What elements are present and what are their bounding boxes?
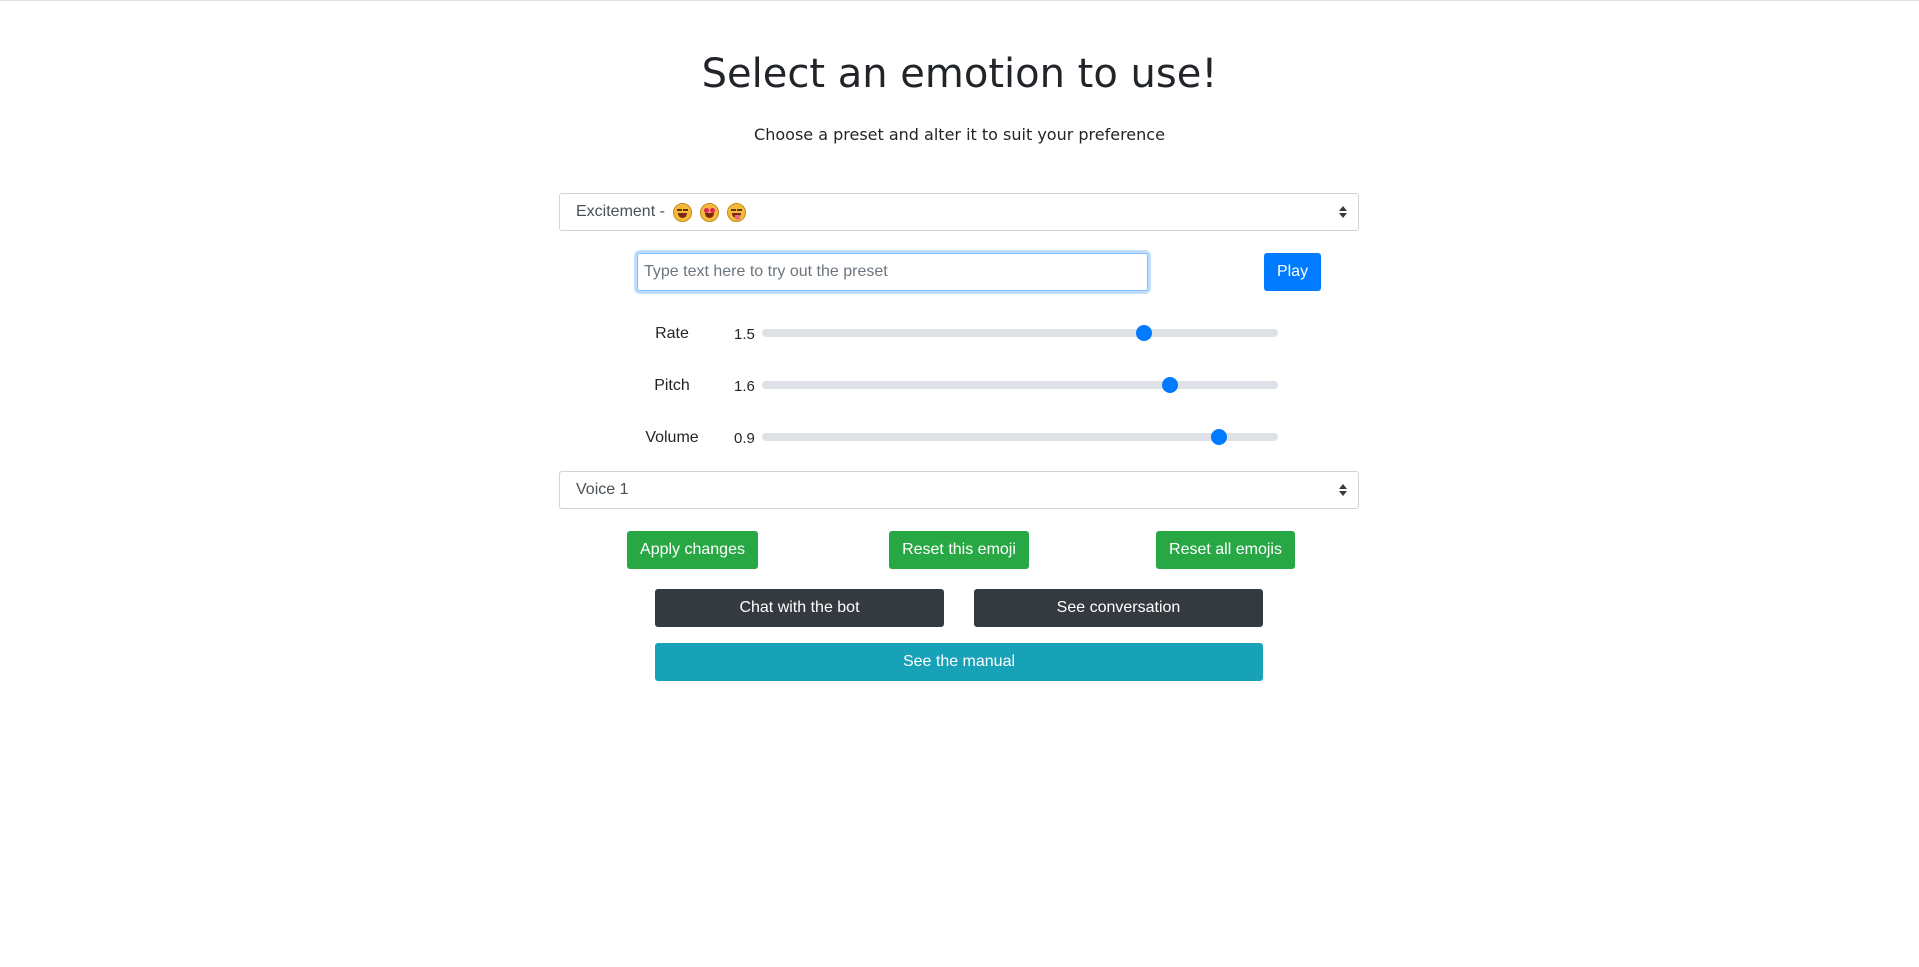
rate-label: Rate: [655, 325, 689, 342]
rate-slider-row: Rate 1.5: [620, 318, 1280, 348]
volume-slider[interactable]: [762, 429, 1278, 445]
pitch-slider[interactable]: [762, 377, 1278, 393]
pitch-value: 1.6: [734, 378, 755, 395]
rate-slider[interactable]: [762, 325, 1278, 341]
pitch-slider-thumb[interactable]: [1161, 377, 1178, 393]
reset-this-emoji-button[interactable]: Reset this emoji: [889, 531, 1029, 569]
try-preset-input[interactable]: [637, 253, 1148, 291]
reset-all-emojis-button[interactable]: Reset all emojis: [1156, 531, 1295, 569]
star-struck-face-icon: [699, 202, 719, 222]
voice-selected: Voice 1: [576, 481, 629, 498]
volume-slider-row: Volume 0.9: [620, 422, 1280, 452]
rate-value: 1.5: [734, 326, 755, 343]
voice-select[interactable]: Voice 1: [559, 471, 1359, 509]
volume-slider-thumb[interactable]: [1210, 429, 1227, 445]
play-button[interactable]: Play: [1264, 253, 1321, 291]
pitch-slider-row: Pitch 1.6: [620, 370, 1280, 400]
page-title: Select an emotion to use!: [701, 51, 1218, 97]
emotion-preset-select[interactable]: Excitement -: [559, 193, 1359, 231]
select-arrows-icon: [1339, 484, 1347, 496]
page-subtitle: Choose a preset and alter it to suit you…: [754, 125, 1165, 144]
emotion-preset-selected: Excitement -: [576, 203, 665, 220]
see-manual-button[interactable]: See the manual: [655, 643, 1263, 681]
volume-value: 0.9: [734, 430, 755, 447]
select-arrows-icon: [1339, 206, 1347, 218]
volume-label: Volume: [645, 429, 699, 446]
squinting-tongue-face-icon: [726, 202, 746, 222]
apply-changes-button[interactable]: Apply changes: [627, 531, 758, 569]
pitch-label: Pitch: [654, 377, 690, 394]
chat-with-bot-button[interactable]: Chat with the bot: [655, 589, 944, 627]
grinning-squinting-face-icon: [672, 202, 692, 222]
see-conversation-button[interactable]: See conversation: [974, 589, 1263, 627]
rate-slider-thumb[interactable]: [1135, 325, 1152, 341]
